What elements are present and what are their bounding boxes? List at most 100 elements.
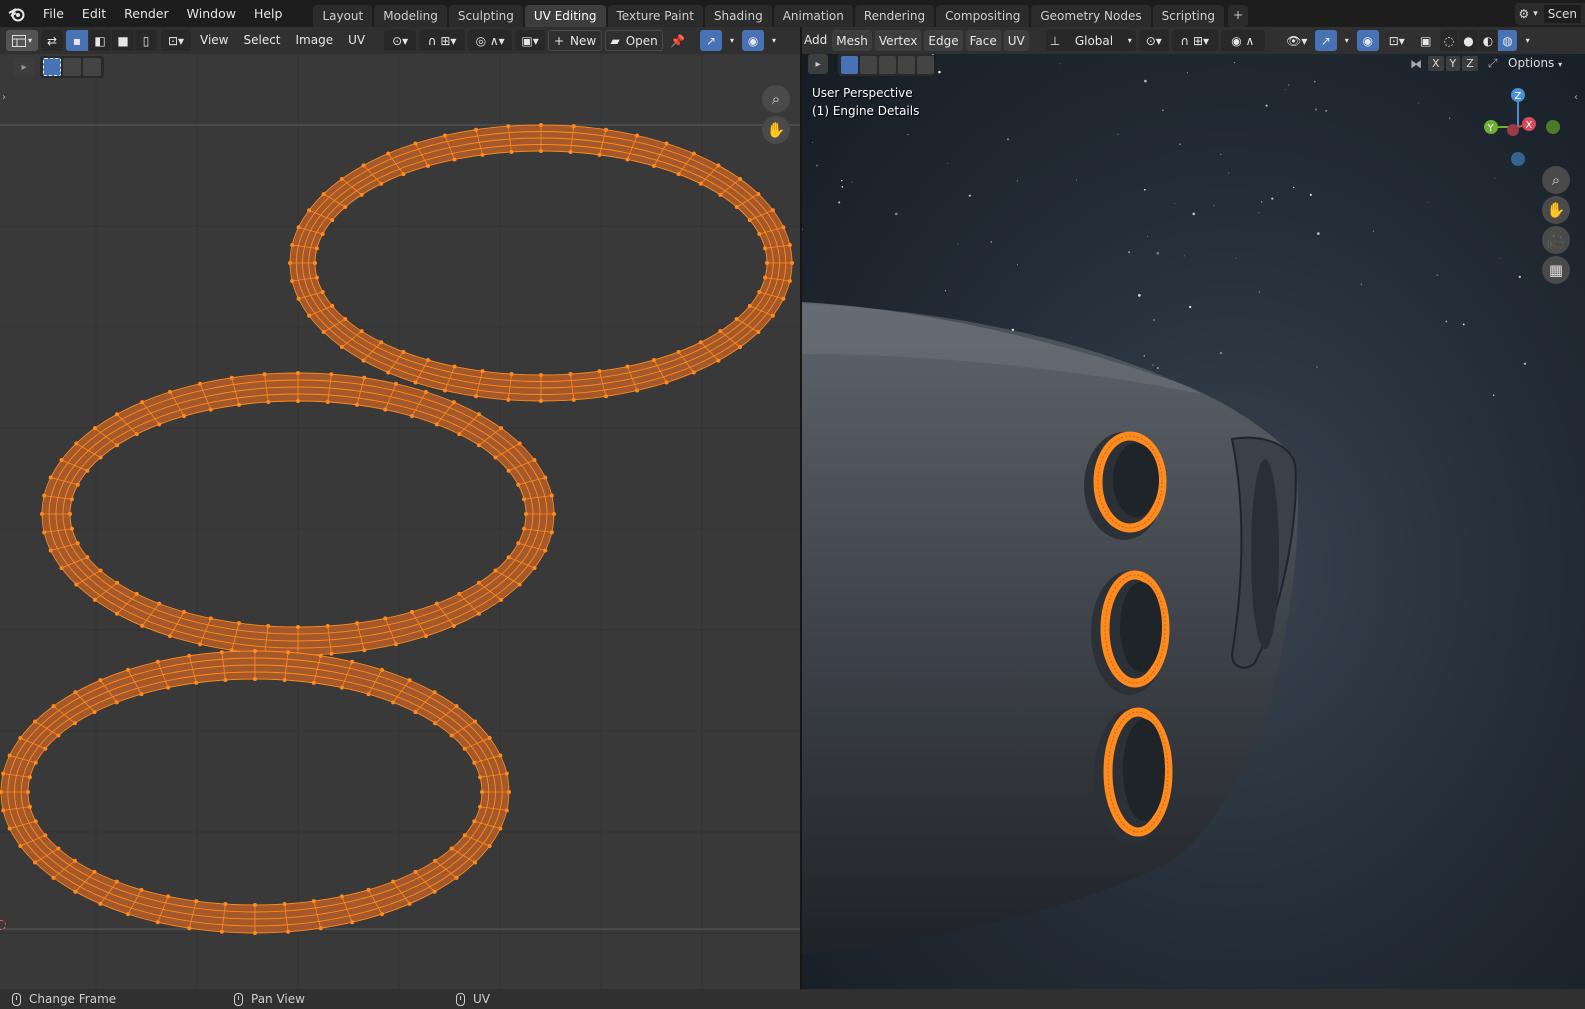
uv-vertex[interactable] (635, 388, 640, 393)
uv-vertex[interactable] (362, 375, 367, 380)
tab-compositing[interactable]: Compositing (936, 5, 1030, 27)
uv-vertex[interactable] (320, 232, 325, 237)
uv-vertex[interactable] (18, 843, 23, 848)
uv-vertex[interactable] (266, 624, 271, 629)
uv-vertex[interactable] (182, 609, 186, 614)
uv-vertex[interactable] (56, 846, 61, 851)
menu-view[interactable]: View (194, 30, 234, 51)
uv-vertex[interactable] (69, 526, 74, 531)
uv-vertex[interactable] (517, 582, 522, 587)
uv-vertex[interactable] (457, 591, 462, 596)
uv-vertex[interactable] (413, 869, 418, 874)
uv-vertex[interactable] (571, 397, 576, 402)
uv-vertex[interactable] (253, 677, 257, 681)
gizmo-chevron-icon[interactable]: ▾ (725, 30, 739, 51)
uv-vertex[interactable] (366, 692, 371, 697)
uv-vertex[interactable] (307, 313, 312, 318)
overlay-toggle-icon[interactable]: ◉ (742, 30, 765, 51)
uv-vertex[interactable] (477, 611, 482, 616)
uv-vertex[interactable] (157, 601, 162, 606)
uv-vertex[interactable] (311, 680, 316, 685)
uv-vertex[interactable] (738, 345, 743, 350)
transform-orientation-select[interactable]: ⊥ Global ▾ (1045, 30, 1136, 51)
uv-vertex[interactable] (379, 181, 384, 186)
uv-vertex[interactable] (462, 746, 467, 751)
uv-vertex[interactable] (329, 651, 334, 656)
uv-vertex[interactable] (716, 163, 721, 168)
uv-vertex[interactable] (451, 623, 456, 628)
uv-vertex[interactable] (282, 902, 287, 907)
uv-vertex[interactable] (539, 399, 543, 403)
menu-help[interactable]: Help (245, 0, 292, 27)
uv-vertex[interactable] (187, 926, 192, 931)
uv-vertex[interactable] (168, 634, 172, 639)
uv-vertex[interactable] (506, 555, 511, 560)
uv-vertex[interactable] (27, 775, 32, 780)
viewport-zoom-icon[interactable]: ⌕ (1542, 166, 1570, 194)
uv-vertex[interactable] (401, 349, 406, 354)
uv-vertex[interactable] (321, 192, 326, 196)
uv-vertex[interactable] (413, 710, 418, 715)
uv-vertex[interactable] (472, 860, 477, 865)
uv-vertex[interactable] (543, 475, 548, 480)
material-shading-icon[interactable]: ◐ (1478, 30, 1498, 51)
tab-rendering[interactable]: Rendering (854, 5, 935, 27)
uv-vertex[interactable] (413, 141, 418, 146)
tab-shading[interactable]: Shading (704, 5, 772, 27)
uv-vertex[interactable] (366, 887, 371, 892)
uv-vertex[interactable] (549, 493, 554, 498)
uv-vertex[interactable] (282, 677, 287, 682)
uv-vertex[interactable] (401, 172, 406, 177)
pan-hand-icon[interactable]: ✋ (762, 116, 790, 144)
uv-vertex[interactable] (426, 164, 430, 169)
uv-vertex[interactable] (85, 555, 90, 560)
uv-vertex[interactable] (539, 123, 543, 127)
right-panel-expand-icon[interactable]: ‹ (1574, 92, 1578, 103)
uv-vertex[interactable] (229, 375, 234, 380)
uv-vertex[interactable] (787, 242, 792, 247)
uv-vertex[interactable] (664, 141, 669, 146)
uv-vertex[interactable] (763, 275, 768, 280)
uv-vertex[interactable] (219, 650, 224, 655)
uv-vertex[interactable] (380, 667, 384, 672)
uv-vertex[interactable] (757, 232, 762, 237)
uv-vertex[interactable] (474, 127, 479, 132)
uv-vertex[interactable] (7, 753, 12, 758)
select-extend-icon[interactable] (63, 58, 81, 76)
uv-vertex[interactable] (72, 721, 77, 726)
uv-vertex[interactable] (734, 317, 739, 321)
menu-edit[interactable]: Edit (73, 0, 115, 27)
uv-vertex[interactable] (449, 733, 454, 738)
uv-vertex[interactable] (379, 340, 384, 345)
navigation-gizmo[interactable]: Z Y X (1484, 82, 1564, 172)
uv-vertex[interactable] (343, 317, 348, 321)
menu-window[interactable]: Window (178, 0, 245, 27)
uv-vertex[interactable] (198, 381, 203, 386)
uv-vertex[interactable] (454, 875, 459, 880)
uv-vertex[interactable] (253, 903, 257, 907)
sync-selection-icon[interactable]: ⇄ (41, 30, 63, 51)
uv-vertex[interactable] (691, 151, 696, 156)
select-new-icon[interactable] (43, 58, 61, 76)
uv-vertex[interactable] (524, 512, 528, 516)
uv-vertex[interactable] (166, 685, 171, 690)
uv-vertex[interactable] (98, 678, 103, 683)
uv-vertex[interactable] (51, 704, 56, 709)
uv-vertex[interactable] (625, 157, 630, 162)
uv-vertex[interactable] (318, 926, 323, 931)
uv-vertex[interactable] (85, 468, 90, 473)
uv-vertex[interactable] (134, 432, 139, 437)
uv-vertex[interactable] (698, 340, 703, 345)
uv-vertex[interactable] (126, 912, 130, 917)
uv-vertex[interactable] (73, 690, 78, 695)
uv-vertex[interactable] (329, 372, 334, 377)
uv-vertex[interactable] (290, 279, 295, 284)
uv-vertex[interactable] (33, 719, 38, 724)
face-select-icon[interactable]: ■ (112, 30, 134, 51)
uv-vertex[interactable] (355, 402, 360, 407)
tab-layout[interactable]: Layout (313, 5, 373, 27)
scene-selector[interactable]: ⚙ ▾ Scen (1514, 3, 1585, 25)
uv-vertex[interactable] (474, 394, 479, 399)
uv-vertex[interactable] (499, 597, 504, 602)
auto-merge-icon[interactable]: ⤢ (1488, 56, 1498, 71)
